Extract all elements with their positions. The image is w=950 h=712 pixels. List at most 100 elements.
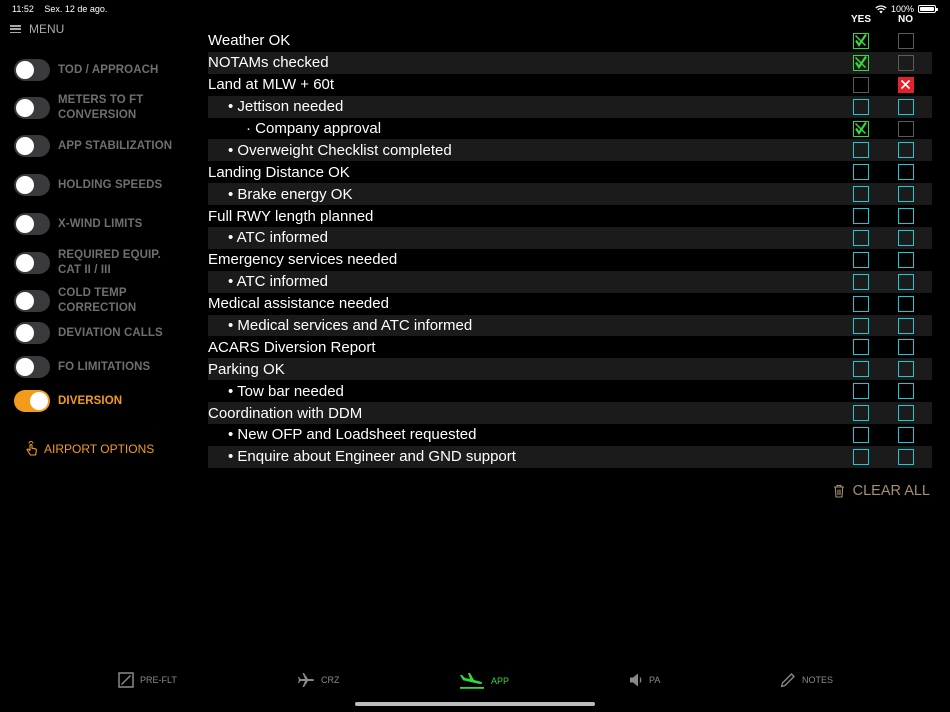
toggle-switch[interactable] [14,174,50,196]
checklist-row: Medical assistance needed [208,293,932,315]
toggle-switch[interactable] [14,390,50,412]
checklist-item-label: Coordination with DDM [208,404,363,422]
yes-checkbox[interactable] [853,186,869,203]
tab-pre-flt[interactable]: PRE-FLT [118,672,177,688]
toggle-switch[interactable] [14,290,50,312]
sidebar-item-label: COLD TEMP CORRECTION [58,287,137,314]
checklist-item-label: ACARS Diversion Report [208,338,376,356]
checklist-row: Parking OK [208,358,932,381]
yes-checkbox[interactable] [853,339,869,356]
yes-checkbox[interactable] [853,427,869,444]
checklist-row: • New OFP and Loadsheet requested [208,424,932,446]
yes-checkbox[interactable] [853,273,869,290]
checklist-row: Landing Distance OK [208,161,932,183]
tab-pa[interactable]: PA [629,672,660,688]
no-checkbox[interactable] [898,142,914,159]
trash-icon [833,484,844,498]
checklist-row: Coordination with DDM [208,402,932,425]
no-checkbox[interactable] [898,76,914,93]
no-checkbox[interactable] [898,230,914,247]
sidebar-item-tod-approach[interactable]: TOD / APPROACH [14,59,190,81]
yes-checkbox[interactable] [853,383,869,400]
checklist-row: ACARS Diversion Report [208,336,932,358]
no-checkbox[interactable] [898,295,914,312]
sidebar-item-diversion[interactable]: DIVERSION [14,390,190,412]
no-checkbox[interactable] [898,54,914,71]
status-bar: 11:52 Sex. 12 de ago. 100% [0,0,950,18]
checklist-row: · Company approval [208,118,932,140]
no-checkbox[interactable] [898,383,914,400]
menu-label: MENU [29,22,65,36]
no-checkbox[interactable] [898,339,914,356]
yes-checkbox[interactable] [853,251,869,268]
toggle-switch[interactable] [14,135,50,157]
sidebar-item-meters-to-ft[interactable]: METERS TO FT CONVERSION [14,93,190,123]
tab-notes[interactable]: NOTES [780,672,833,688]
toggle-switch[interactable] [14,322,50,344]
airport-options-button[interactable]: AIRPORT OPTIONS [24,441,154,457]
sidebar-item-deviation-calls[interactable]: DEVIATION CALLS [14,322,190,344]
sidebar-item-app-stabilization[interactable]: APP STABILIZATION [14,135,190,157]
yes-checkbox[interactable] [853,33,869,49]
tab-app[interactable]: APP [459,672,509,690]
no-checkbox[interactable] [898,361,914,378]
yes-checkbox[interactable] [853,142,869,159]
yes-checkbox[interactable] [853,120,869,137]
airplane-icon [298,673,314,687]
yes-checkbox[interactable] [853,317,869,334]
tab-label: PRE-FLT [140,675,177,685]
checklist-row: • Enquire about Engineer and GND support [208,445,932,468]
diversion-checklist: Weather OK NOTAMs checked Land at MLW + … [208,30,932,468]
toggle-switch[interactable] [14,356,50,378]
no-checkbox[interactable] [898,448,914,465]
checklist-item-label: • Enquire about Engineer and GND support [228,448,516,466]
sidebar-item-fo-limitations[interactable]: FO LIMITATIONS [14,356,190,378]
wifi-icon [875,4,887,13]
sidebar-item-required-equip[interactable]: REQUIRED EQUIP. CAT II / III [14,248,190,278]
no-checkbox[interactable] [898,98,914,115]
no-checkbox[interactable] [898,120,914,137]
yes-checkbox[interactable] [853,76,869,93]
toggle-switch[interactable] [14,59,50,81]
menu-button[interactable]: MENU [10,22,64,36]
sidebar-item-x-wind-limits[interactable]: X-WIND LIMITS [14,213,190,235]
tab-crz[interactable]: CRZ [297,672,340,688]
checklist-item-label: Land at MLW + 60t [208,76,335,94]
no-checkbox[interactable] [898,164,914,181]
tap-hand-icon [26,441,37,456]
sidebar-item-label: DIVERSION [58,394,123,407]
checklist-row: Full RWY length planned [208,205,932,227]
yes-checkbox[interactable] [853,208,869,225]
toggle-switch[interactable] [14,97,50,119]
sidebar-item-cold-temp-correction[interactable]: COLD TEMP CORRECTION [14,286,190,316]
yes-checkbox[interactable] [853,98,869,115]
yes-checkbox[interactable] [853,164,869,181]
no-checkbox[interactable] [898,317,914,334]
yes-checkbox[interactable] [853,405,869,422]
checklist-item-label: Medical assistance needed [208,295,389,313]
no-checkbox[interactable] [898,208,914,225]
toggle-switch[interactable] [14,213,50,235]
checklist-row: • Jettison needed [208,95,932,118]
home-indicator [355,702,595,706]
yes-checkbox[interactable] [853,361,869,378]
no-checkbox[interactable] [898,251,914,268]
yes-checkbox[interactable] [853,230,869,247]
clear-all-button[interactable]: CLEAR ALL [833,483,930,499]
yes-checkbox[interactable] [853,448,869,465]
no-checkbox[interactable] [898,186,914,203]
no-checkbox[interactable] [898,405,914,422]
status-time: 11:52 [12,4,34,14]
yes-checkbox[interactable] [853,54,869,71]
checklist-row: Land at MLW + 60t [208,74,932,96]
yes-checkbox[interactable] [853,295,869,312]
no-checkbox[interactable] [898,273,914,290]
checklist-row: Emergency services needed [208,249,932,271]
no-checkbox[interactable] [898,33,914,49]
toggle-switch[interactable] [14,252,50,274]
no-checkbox[interactable] [898,427,914,444]
checkbox-icon [118,672,134,688]
sidebar-item-holding-speeds[interactable]: HOLDING SPEEDS [14,174,190,196]
battery-percent: 100% [890,4,914,14]
checklist-row: Weather OK [208,30,932,52]
